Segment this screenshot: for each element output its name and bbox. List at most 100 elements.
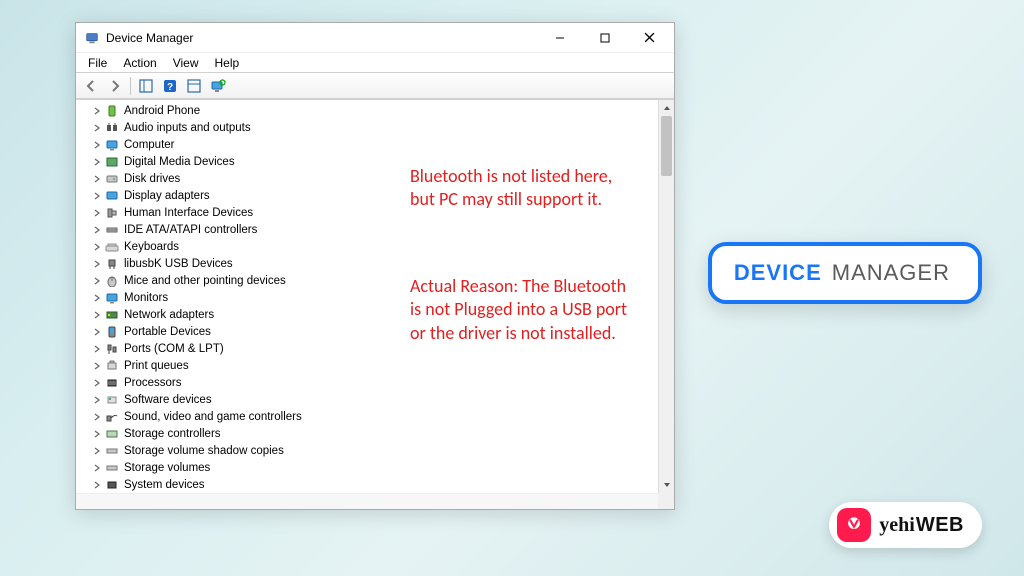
- properties-button[interactable]: [183, 75, 205, 97]
- toolbar-separator: [130, 77, 131, 95]
- tree-item-label: Mice and other pointing devices: [124, 275, 286, 287]
- horizontal-scrollbar[interactable]: [76, 493, 658, 509]
- device-icon: [104, 257, 120, 271]
- device-icon: [104, 393, 120, 407]
- device-icon: [104, 325, 120, 339]
- menu-view[interactable]: View: [165, 54, 207, 72]
- close-button[interactable]: [627, 24, 672, 52]
- tree-item-label: Network adapters: [124, 309, 214, 321]
- back-button[interactable]: [80, 75, 102, 97]
- scan-hardware-button[interactable]: [207, 75, 229, 97]
- tree-item[interactable]: Print queues: [82, 357, 658, 374]
- chevron-right-icon[interactable]: [90, 342, 104, 356]
- vertical-scrollbar[interactable]: [658, 100, 674, 493]
- device-icon: [104, 172, 120, 186]
- tree-item-label: Storage volumes: [124, 462, 210, 474]
- logo-icon: [837, 508, 871, 542]
- tree-item-label: Storage volume shadow copies: [124, 445, 284, 457]
- device-icon: [104, 461, 120, 475]
- menu-file[interactable]: File: [80, 54, 115, 72]
- chevron-right-icon[interactable]: [90, 291, 104, 305]
- tree-item-label: Print queues: [124, 360, 189, 372]
- chevron-right-icon[interactable]: [90, 410, 104, 424]
- forward-button[interactable]: [104, 75, 126, 97]
- device-icon: [104, 274, 120, 288]
- tree-item-label: System devices: [124, 479, 205, 491]
- chevron-right-icon[interactable]: [90, 206, 104, 220]
- chevron-right-icon[interactable]: [90, 223, 104, 237]
- device-icon: [104, 155, 120, 169]
- chevron-right-icon[interactable]: [90, 376, 104, 390]
- chevron-right-icon[interactable]: [90, 121, 104, 135]
- chevron-right-icon[interactable]: [90, 427, 104, 441]
- scroll-up-arrow[interactable]: [659, 100, 674, 116]
- chevron-right-icon[interactable]: [90, 104, 104, 118]
- tree-item-label: Keyboards: [124, 241, 179, 253]
- tree-item[interactable]: Android Phone: [82, 102, 658, 119]
- logo-text-2: WEB: [916, 514, 964, 537]
- device-icon: [104, 291, 120, 305]
- tree-item[interactable]: Storage volumes: [82, 459, 658, 476]
- help-button[interactable]: ?: [159, 75, 181, 97]
- tree-item[interactable]: Computer: [82, 136, 658, 153]
- chevron-right-icon[interactable]: [90, 308, 104, 322]
- menubar: File Action View Help: [76, 53, 674, 73]
- show-hide-tree-button[interactable]: [135, 75, 157, 97]
- tree-item[interactable]: System devices: [82, 476, 658, 493]
- tree-item[interactable]: Storage controllers: [82, 425, 658, 442]
- annotation-reason: Actual Reason: The Bluetooth is not Plug…: [410, 275, 630, 345]
- chevron-right-icon[interactable]: [90, 461, 104, 475]
- annotation-not-listed: Bluetooth is not listed here, but PC may…: [410, 165, 630, 212]
- tree-item[interactable]: Storage volume shadow copies: [82, 442, 658, 459]
- device-icon: [104, 308, 120, 322]
- chevron-right-icon[interactable]: [90, 189, 104, 203]
- chevron-right-icon[interactable]: [90, 325, 104, 339]
- tree-item[interactable]: Software devices: [82, 391, 658, 408]
- logo-text: yehiWEB: [879, 514, 964, 537]
- chevron-right-icon[interactable]: [90, 274, 104, 288]
- menu-help[interactable]: Help: [207, 54, 248, 72]
- chevron-right-icon[interactable]: [90, 359, 104, 373]
- tree-item[interactable]: Audio inputs and outputs: [82, 119, 658, 136]
- scrollbar-thumb[interactable]: [661, 116, 672, 176]
- device-icon: [104, 223, 120, 237]
- chevron-right-icon[interactable]: [90, 240, 104, 254]
- chevron-right-icon[interactable]: [90, 138, 104, 152]
- chevron-right-icon[interactable]: [90, 257, 104, 271]
- chevron-right-icon[interactable]: [90, 155, 104, 169]
- tree-item-label: Audio inputs and outputs: [124, 122, 251, 134]
- device-icon: [104, 478, 120, 492]
- chevron-right-icon[interactable]: [90, 393, 104, 407]
- minimize-button[interactable]: [537, 24, 582, 52]
- tree-item[interactable]: Processors: [82, 374, 658, 391]
- tree-item[interactable]: libusbK USB Devices: [82, 255, 658, 272]
- pill-word-1: DEVICE: [734, 260, 822, 286]
- menu-action[interactable]: Action: [115, 54, 164, 72]
- scroll-down-arrow[interactable]: [659, 477, 674, 493]
- tree-item-label: Disk drives: [124, 173, 180, 185]
- app-icon: [84, 30, 100, 46]
- yehiweb-logo: yehiWEB: [829, 502, 982, 548]
- tree-item-label: Monitors: [124, 292, 168, 304]
- tree-item-label: Computer: [124, 139, 175, 151]
- tree-item-label: Storage controllers: [124, 428, 221, 440]
- scroll-corner: [658, 493, 674, 509]
- chevron-right-icon[interactable]: [90, 478, 104, 492]
- tree-item-label: Android Phone: [124, 105, 200, 117]
- chevron-right-icon[interactable]: [90, 444, 104, 458]
- device-icon: [104, 121, 120, 135]
- device-icon: [104, 240, 120, 254]
- tree-item-label: Portable Devices: [124, 326, 211, 338]
- maximize-button[interactable]: [582, 24, 627, 52]
- tree-item[interactable]: Keyboards: [82, 238, 658, 255]
- svg-text:?: ?: [167, 82, 173, 93]
- tree-item-label: Sound, video and game controllers: [124, 411, 302, 423]
- tree-item-label: Ports (COM & LPT): [124, 343, 224, 355]
- pill-word-2: MANAGER: [832, 260, 950, 286]
- tree-item[interactable]: Sound, video and game controllers: [82, 408, 658, 425]
- device-icon: [104, 189, 120, 203]
- window-title: Device Manager: [106, 31, 193, 45]
- device-icon: [104, 104, 120, 118]
- chevron-right-icon[interactable]: [90, 172, 104, 186]
- tree-item[interactable]: IDE ATA/ATAPI controllers: [82, 221, 658, 238]
